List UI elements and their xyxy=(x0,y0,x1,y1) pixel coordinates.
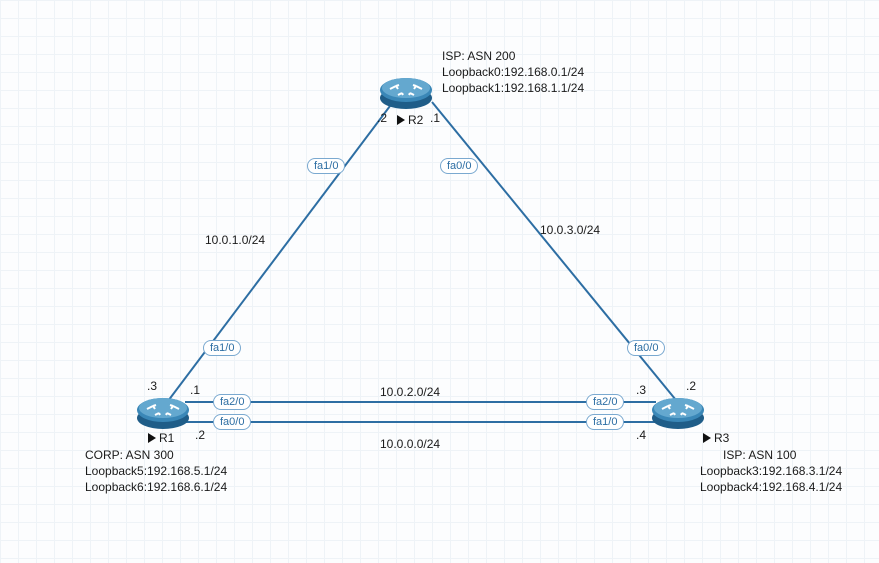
router-r1[interactable] xyxy=(135,390,191,430)
octet-r1-low: .2 xyxy=(195,427,205,444)
router-r2[interactable] xyxy=(378,70,434,110)
label-r3-asn: ISP: ASN 100 xyxy=(723,447,796,464)
octet-r3-up: .2 xyxy=(686,378,696,395)
label-r2-asn: ISP: ASN 200 xyxy=(442,48,515,65)
subnet-upper: 10.0.2.0/24 xyxy=(380,384,440,401)
pill-r2-fa10: fa1/0 xyxy=(307,158,345,174)
label-r3-lb1: Loopback4:192.168.4.1/24 xyxy=(700,479,842,496)
octet-r3-mid: .3 xyxy=(636,382,646,399)
octet-r2-right: .1 xyxy=(430,110,440,127)
label-r3: R3 xyxy=(703,430,729,447)
link-r2-r3 xyxy=(432,102,680,405)
subnet-lower: 10.0.0.0/24 xyxy=(380,436,440,453)
label-r2-lb0: Loopback0:192.168.0.1/24 xyxy=(442,64,584,81)
octet-r1-up: .3 xyxy=(147,378,157,395)
pill-r3-fa00: fa0/0 xyxy=(627,340,665,356)
label-r2-lb1: Loopback1:192.168.1.1/24 xyxy=(442,80,584,97)
pill-r2-fa00: fa0/0 xyxy=(440,158,478,174)
label-r1-lb0: Loopback5:192.168.5.1/24 xyxy=(85,463,227,480)
pill-r1-fa00: fa0/0 xyxy=(213,414,251,430)
label-r2: R2 xyxy=(397,112,423,129)
pill-r3-fa20: fa2/0 xyxy=(586,394,624,410)
octet-r2-left: .2 xyxy=(377,110,387,127)
label-r1: R1 xyxy=(148,430,174,447)
octet-r3-low: .4 xyxy=(636,427,646,444)
link-r1-r2 xyxy=(165,102,393,405)
play-icon xyxy=(148,433,156,443)
label-r1-lb1: Loopback6:192.168.6.1/24 xyxy=(85,479,227,496)
router-r3[interactable] xyxy=(650,390,706,430)
pill-r3-fa10: fa1/0 xyxy=(586,414,624,430)
play-icon xyxy=(397,115,405,125)
label-r1-asn: CORP: ASN 300 xyxy=(85,447,174,464)
subnet-r2r3: 10.0.3.0/24 xyxy=(540,222,600,239)
octet-r1-mid: .1 xyxy=(190,382,200,399)
subnet-r1r2: 10.0.1.0/24 xyxy=(205,232,265,249)
pill-r1-fa10: fa1/0 xyxy=(203,340,241,356)
label-r3-lb0: Loopback3:192.168.3.1/24 xyxy=(700,463,842,480)
pill-r1-fa20: fa2/0 xyxy=(213,394,251,410)
play-icon xyxy=(703,433,711,443)
